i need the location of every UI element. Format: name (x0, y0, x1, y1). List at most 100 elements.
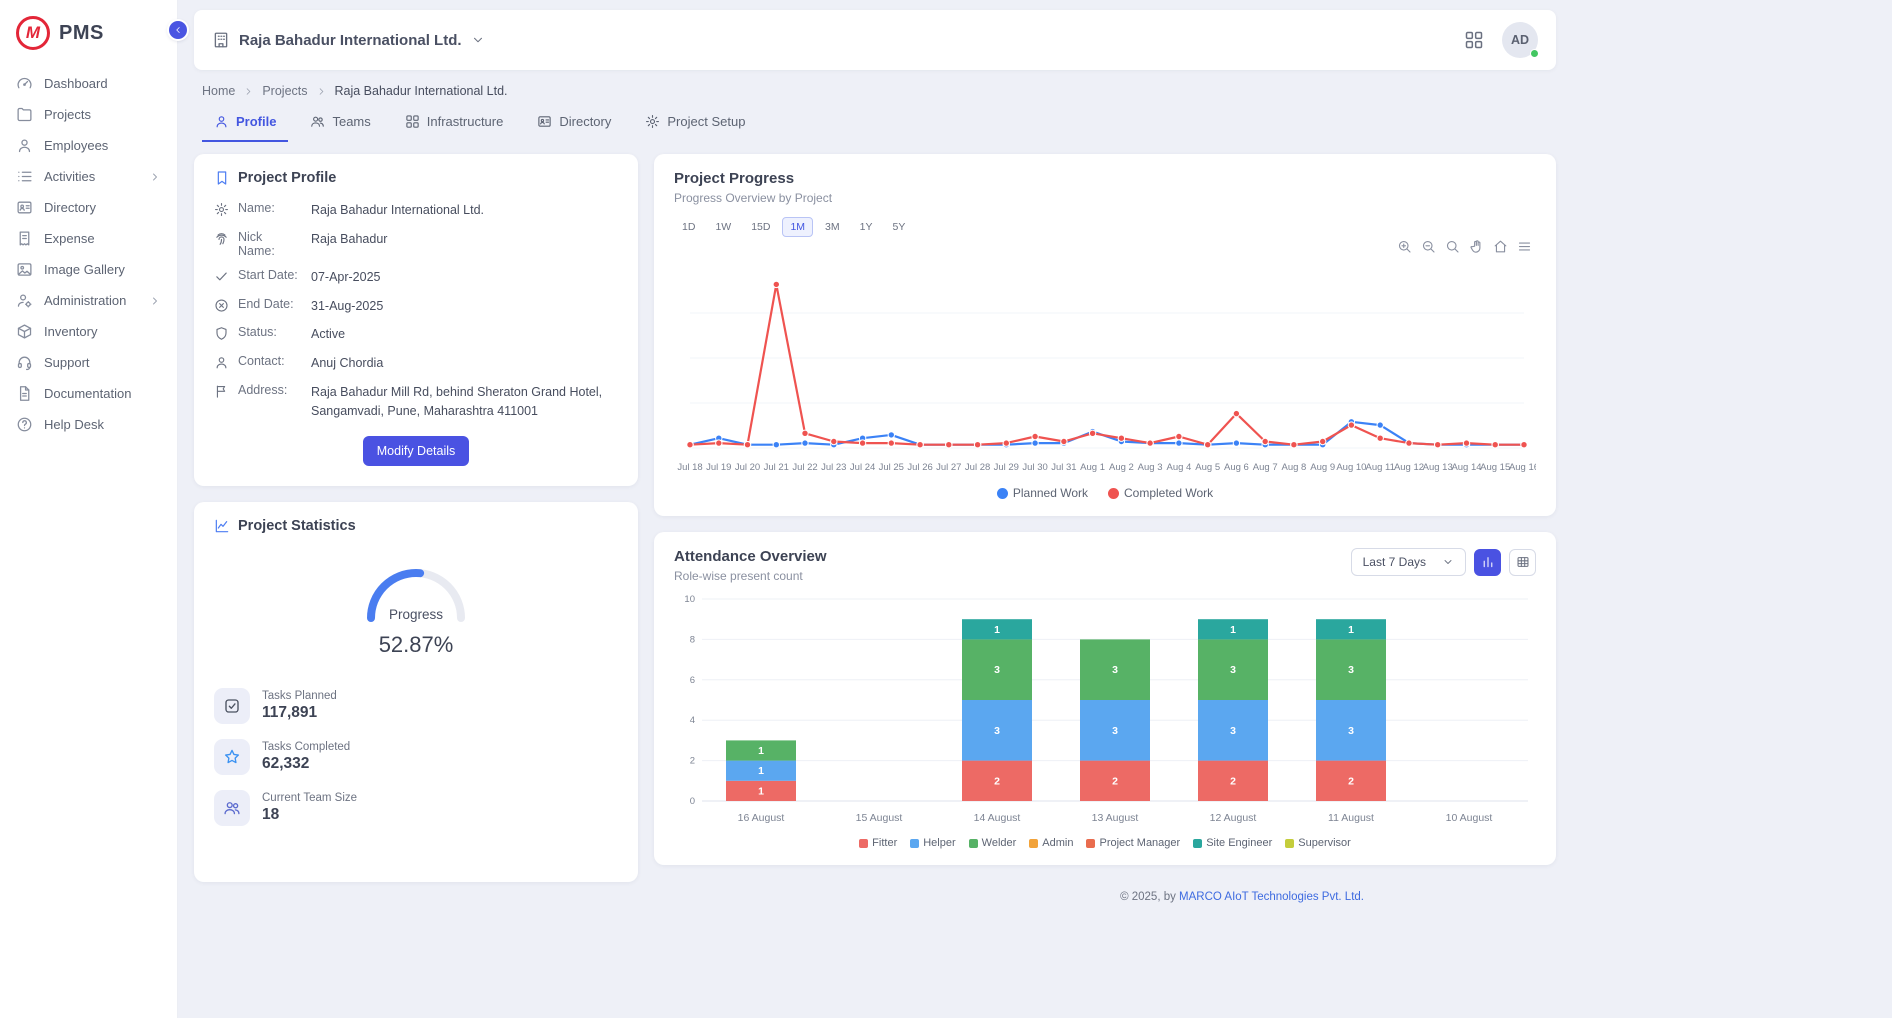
tab-project-setup[interactable]: Project Setup (633, 104, 757, 142)
sidebar-item-label: Image Gallery (44, 262, 125, 277)
svg-text:16 August: 16 August (738, 812, 785, 824)
legend-item[interactable]: Project Manager (1086, 837, 1180, 849)
project-progress-card: Project Progress Progress Overview by Pr… (654, 154, 1556, 516)
svg-text:Aug 8: Aug 8 (1281, 462, 1306, 473)
table-icon (1516, 555, 1530, 569)
legend-item[interactable]: Welder (969, 837, 1017, 849)
legend-item[interactable]: Fitter (859, 837, 897, 849)
company-selector[interactable]: Raja Bahadur International Ltd. (212, 31, 485, 49)
bar-view-toggle-button[interactable] (1474, 549, 1501, 576)
field-value: Raja Bahadur International Ltd. (311, 201, 484, 220)
project-profile-card: Project Profile Name: Raja Bahadur Inter… (194, 154, 638, 486)
range-1d[interactable]: 1D (674, 217, 703, 237)
sidebar-item-inventory[interactable]: Inventory (0, 316, 177, 347)
chevron-right-icon (316, 86, 327, 97)
field-value: 07-Apr-2025 (311, 268, 381, 287)
svg-text:Jul 20: Jul 20 (735, 462, 760, 473)
svg-text:1: 1 (758, 765, 764, 777)
person-icon (214, 355, 229, 370)
legend-item[interactable]: Admin (1029, 837, 1073, 849)
sidebar: M PMS Dashboard Projects Employees Activ… (0, 0, 178, 1018)
svg-text:Aug 13: Aug 13 (1423, 462, 1453, 473)
sidebar-item-image-gallery[interactable]: Image Gallery (0, 254, 177, 285)
tab-teams[interactable]: Teams (298, 104, 382, 142)
avatar[interactable]: AD (1502, 22, 1538, 58)
sidebar-item-documentation[interactable]: Documentation (0, 378, 177, 409)
dashboard-icon (16, 75, 33, 92)
range-1w[interactable]: 1W (707, 217, 739, 237)
range-1m[interactable]: 1M (782, 217, 813, 237)
svg-text:Aug 1: Aug 1 (1080, 462, 1105, 473)
field-label: Start Date: (238, 268, 302, 282)
svg-text:Aug 15: Aug 15 (1480, 462, 1510, 473)
profile-field-name: Name: Raja Bahadur International Ltd. (214, 201, 618, 220)
footer-company-link[interactable]: MARCO AIoT Technologies Pvt. Ltd. (1179, 891, 1364, 903)
legend-item[interactable]: Completed Work (1108, 486, 1213, 500)
gauge-label: Progress (351, 607, 481, 622)
breadcrumb-projects[interactable]: Projects (262, 84, 307, 98)
svg-text:Aug 4: Aug 4 (1166, 462, 1191, 473)
image-icon (16, 261, 33, 278)
chart-menu-icon[interactable] (1517, 239, 1532, 254)
selection-zoom-icon[interactable] (1445, 239, 1460, 254)
svg-text:3: 3 (1348, 725, 1354, 737)
shield-icon (214, 326, 229, 341)
legend-item[interactable]: Planned Work (997, 486, 1088, 500)
sidebar-item-expense[interactable]: Expense (0, 223, 177, 254)
modify-details-button[interactable]: Modify Details (363, 436, 470, 466)
svg-text:Aug 11: Aug 11 (1365, 462, 1394, 473)
grid-icon (405, 114, 420, 129)
stat-icon-box (214, 688, 250, 724)
sidebar-item-employees[interactable]: Employees (0, 130, 177, 161)
checkbox-icon (223, 697, 241, 715)
tab-profile[interactable]: Profile (202, 104, 288, 142)
svg-text:3: 3 (1230, 664, 1236, 676)
sidebar-item-administration[interactable]: Administration (0, 285, 177, 316)
id-card-icon (16, 199, 33, 216)
sidebar-item-help-desk[interactable]: Help Desk (0, 409, 177, 440)
people-icon (310, 114, 325, 129)
date-range-select[interactable]: Last 7 Days (1351, 548, 1466, 576)
tab-label: Teams (332, 114, 370, 129)
breadcrumb-current: Raja Bahadur International Ltd. (335, 84, 508, 98)
sidebar-item-projects[interactable]: Projects (0, 99, 177, 130)
person-icon (16, 137, 33, 154)
people-icon (223, 799, 241, 817)
svg-text:Aug 9: Aug 9 (1310, 462, 1335, 473)
profile-field-status: Status: Active (214, 325, 618, 344)
zoom-out-icon[interactable] (1421, 239, 1436, 254)
tab-directory[interactable]: Directory (525, 104, 623, 142)
zoom-in-icon[interactable] (1397, 239, 1412, 254)
profile-field-start-date: Start Date: 07-Apr-2025 (214, 268, 618, 287)
field-value: Raja Bahadur Mill Rd, behind Sheraton Gr… (311, 383, 618, 421)
help-circle-icon (16, 416, 33, 433)
range-1y[interactable]: 1Y (852, 217, 881, 237)
app-logo[interactable]: M PMS (0, 8, 177, 68)
chart-line-icon (214, 518, 230, 534)
svg-text:Jul 31: Jul 31 (1051, 462, 1076, 473)
sidebar-item-label: Employees (44, 138, 108, 153)
sidebar-item-directory[interactable]: Directory (0, 192, 177, 223)
breadcrumb-home[interactable]: Home (202, 84, 235, 98)
sidebar-collapse-button[interactable] (169, 21, 187, 39)
apps-grid-icon[interactable] (1464, 30, 1484, 50)
legend-item[interactable]: Helper (910, 837, 955, 849)
sidebar-item-dashboard[interactable]: Dashboard (0, 68, 177, 99)
pan-icon[interactable] (1469, 239, 1484, 254)
svg-text:2: 2 (1348, 775, 1354, 787)
range-5y[interactable]: 5Y (884, 217, 913, 237)
range-15d[interactable]: 15D (743, 217, 778, 237)
table-view-toggle-button[interactable] (1509, 549, 1536, 576)
profile-field-end-date: End Date: 31-Aug-2025 (214, 297, 618, 316)
legend-item[interactable]: Supervisor (1285, 837, 1351, 849)
field-label: Contact: (238, 354, 302, 368)
box-icon (16, 323, 33, 340)
tab-infrastructure[interactable]: Infrastructure (393, 104, 516, 142)
home-reset-icon[interactable] (1493, 239, 1508, 254)
field-label: Name: (238, 201, 302, 215)
legend-item[interactable]: Site Engineer (1193, 837, 1272, 849)
app-root: M PMS Dashboard Projects Employees Activ… (0, 0, 1892, 1018)
range-3m[interactable]: 3M (817, 217, 848, 237)
sidebar-item-support[interactable]: Support (0, 347, 177, 378)
sidebar-item-activities[interactable]: Activities (0, 161, 177, 192)
